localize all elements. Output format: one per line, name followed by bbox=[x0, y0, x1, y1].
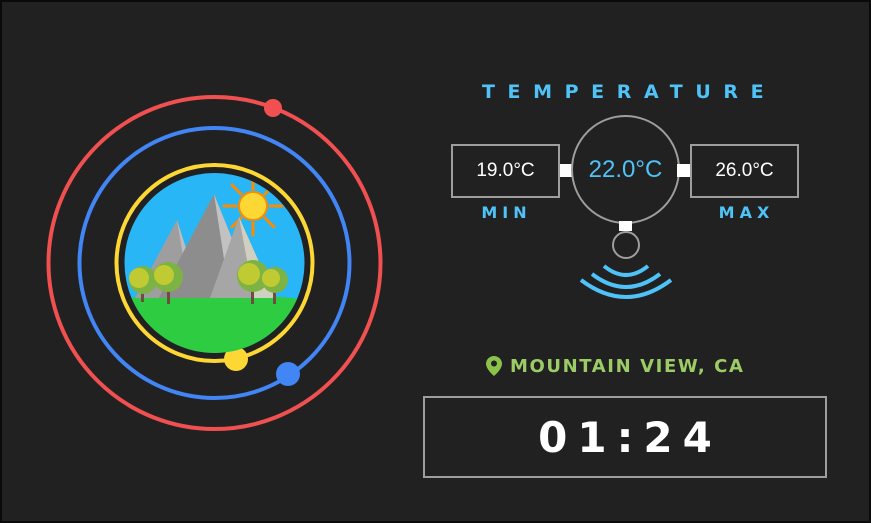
min-temperature-value: 19.0°C bbox=[476, 160, 535, 181]
max-temperature-box: 26.0°C bbox=[690, 144, 799, 198]
outer-orbit-dot bbox=[264, 99, 282, 117]
sensor-signal-icon bbox=[579, 231, 673, 299]
orbit-scene-graphic bbox=[46, 95, 383, 431]
location: MOUNTAIN VIEW, CA bbox=[486, 353, 745, 379]
middle-orbit-dot bbox=[276, 362, 300, 386]
max-connector bbox=[677, 164, 690, 177]
orbit-scene bbox=[42, 92, 387, 437]
current-temperature-value: 22.0°C bbox=[588, 155, 663, 183]
max-label: MAX bbox=[718, 203, 775, 222]
clock-box: 01:24 bbox=[423, 396, 827, 478]
max-temperature-value: 26.0°C bbox=[715, 160, 774, 181]
min-temperature-box: 19.0°C bbox=[451, 144, 560, 198]
location-pin-icon bbox=[486, 356, 502, 376]
clock-time: 01:24 bbox=[538, 412, 722, 462]
min-label: MIN bbox=[481, 203, 532, 222]
temperature-title: TEMPERATURE bbox=[482, 81, 777, 103]
location-name: MOUNTAIN VIEW, CA bbox=[510, 355, 745, 377]
weather-display: TEMPERATURE 19.0°C 22.0°C 26.0°C MIN MAX… bbox=[0, 0, 871, 523]
current-temperature-dial: 22.0°C bbox=[571, 115, 680, 224]
